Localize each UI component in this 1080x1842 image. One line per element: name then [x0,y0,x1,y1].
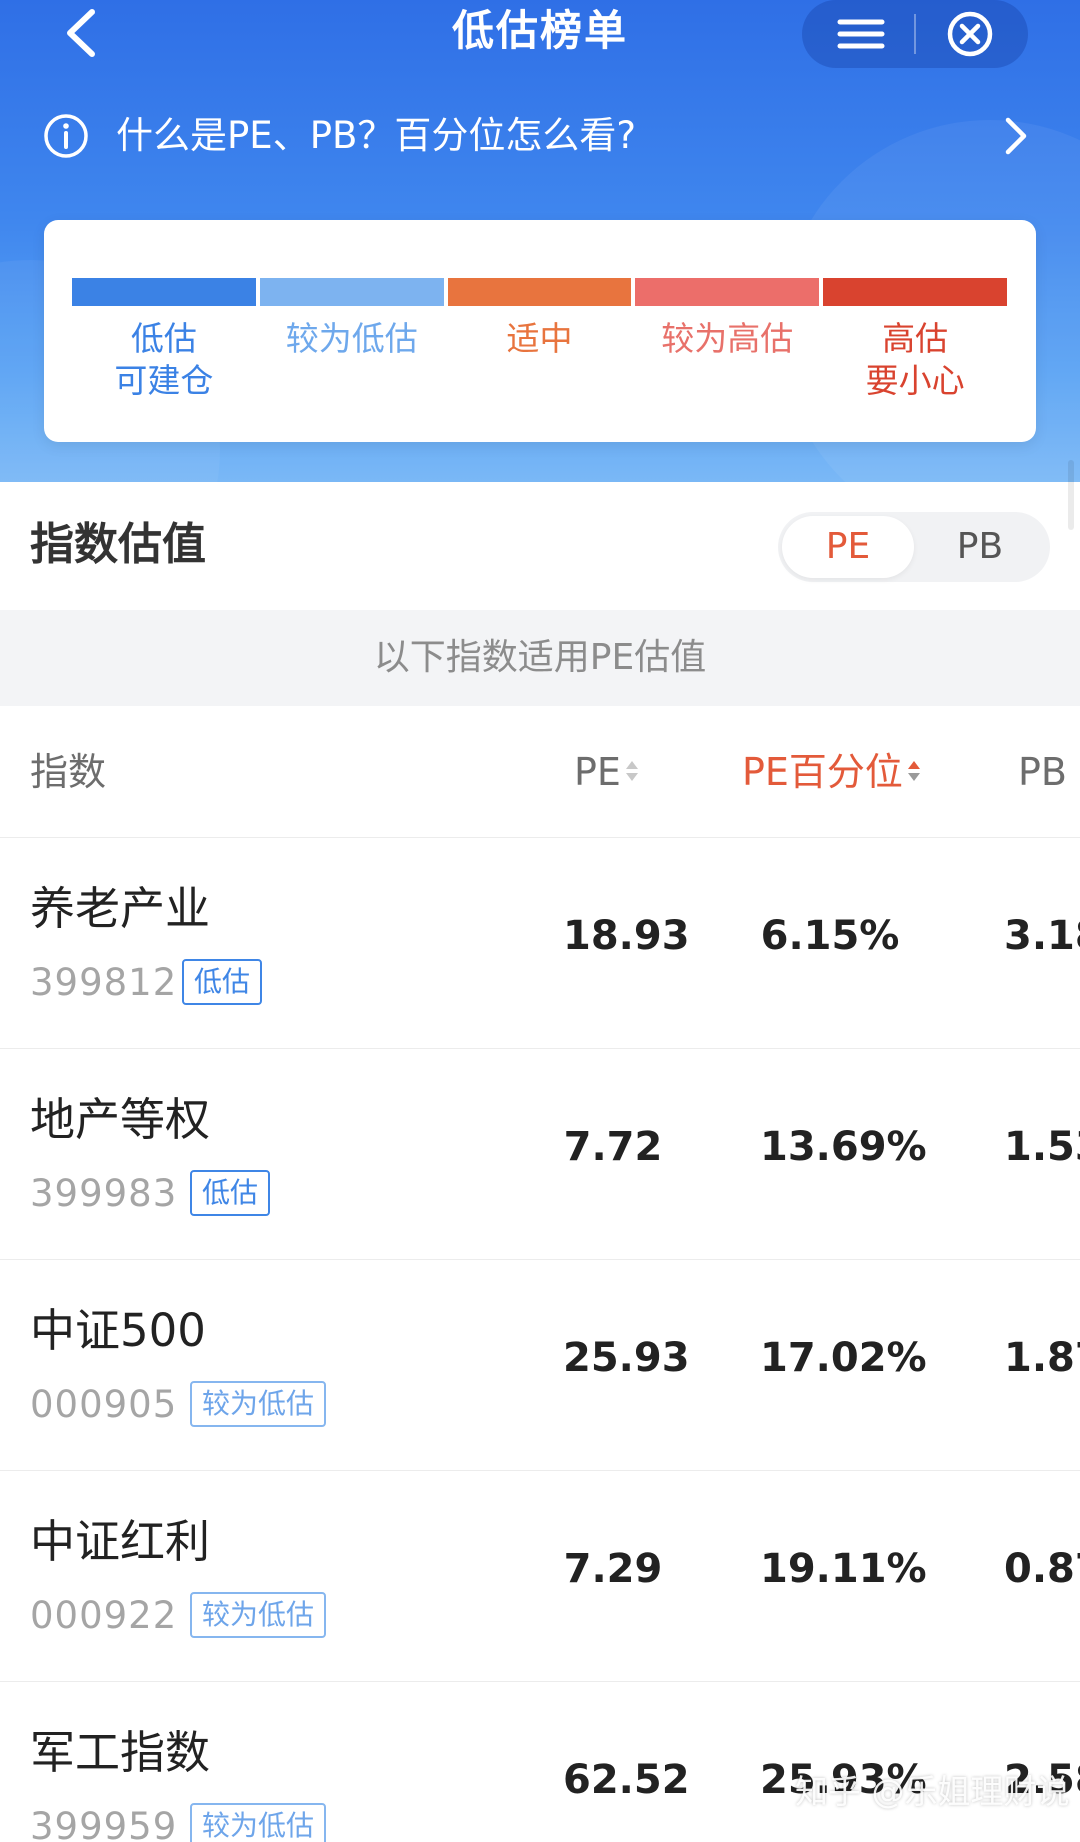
legend-bar-somewhat-undervalued [259,278,444,306]
hamburger-menu-icon [837,19,885,49]
column-header-label: PB [1018,750,1067,794]
header-area: 低估榜单 什么是PE、PB？百分位怎么看? 低估 可建仓 较为低估 适中 较为高… [0,0,1080,482]
index-name: 地产等权 [30,1093,211,1146]
close-circle-icon [947,11,993,57]
index-code: 399812 [30,961,178,1004]
index-code: 399983 [30,1172,178,1215]
pb-value: 1.87 [1004,1335,1080,1381]
section-title: 指数估值 [30,519,206,570]
info-circle-icon [44,114,88,158]
legend-label-line: 可建仓 [114,361,214,400]
pe-percentile-value: 13.69% [760,1124,927,1170]
valuation-badge: 较为低估 [190,1381,327,1427]
index-name: 中证红利 [30,1515,211,1568]
valuation-legend-card: 低估 可建仓 较为低估 适中 较为高估 高估 要小心 [44,220,1036,442]
chevron-right-icon [1005,117,1027,155]
sort-icon [625,760,638,781]
pe-applicable-note: 以下指数适用PE估值 [0,610,1080,706]
index-name: 中证500 [30,1304,206,1357]
pe-percentile-value: 6.15% [760,913,900,959]
pb-value: 1.53 [1004,1124,1080,1170]
pe-pb-help-link[interactable]: 什么是PE、PB？百分位怎么看? [0,100,1080,172]
index-name: 养老产业 [30,882,211,935]
legend-label-somewhat-undervalued: 较为低估 [260,318,444,402]
legend-label-overvalued: 高估 要小心 [823,318,1007,402]
index-name: 军工指数 [30,1726,211,1779]
pb-value: 3.18 [1004,913,1080,959]
column-header-pb[interactable]: PB [1018,744,1067,800]
column-header-pe[interactable]: PE [574,744,639,800]
pe-value: 62.52 [563,1757,690,1803]
pe-value: 7.29 [563,1546,663,1592]
column-header-index: 指数 [30,744,106,800]
column-header-label: PE [574,750,621,794]
pb-value: 0.87 [1004,1546,1080,1592]
legend-label-moderate: 适中 [448,318,632,402]
legend-bar-somewhat-overvalued [635,278,820,306]
valuation-badge: 低估 [190,1170,271,1216]
legend-color-bars [72,278,1007,306]
scrollbar[interactable] [1068,460,1074,530]
legend-bar-overvalued [823,278,1007,306]
close-button[interactable] [944,8,996,60]
menu-button[interactable] [832,10,890,58]
valuation-badge: 较为低估 [190,1803,327,1842]
table-row[interactable]: 中证500 000905 较为低估 25.93 17.02% 1.87 [0,1260,1080,1471]
table-row[interactable]: 养老产业 399812 低估 18.93 6.15% 3.18 [0,838,1080,1049]
column-header-pe-percentile[interactable]: PE百分位 [742,744,921,800]
toggle-pe[interactable]: PE [782,516,914,578]
legend-label-line: 低估 [130,319,197,358]
legend-label-undervalued: 低估 可建仓 [72,318,256,402]
toggle-pb[interactable]: PB [914,516,1046,578]
sort-icon [907,760,920,781]
legend-label-line: 要小心 [865,361,965,400]
table-header: 指数 PE PE百分位 PB [0,706,1080,838]
index-valuation-header: 指数估值 PE PB [0,482,1080,610]
help-link-text: 什么是PE、PB？百分位怎么看? [116,114,637,157]
legend-bar-undervalued [72,278,256,306]
nav-bar: 低估榜单 [0,0,1080,68]
mini-program-capsule [802,0,1028,68]
pe-percentile-value: 17.02% [760,1335,927,1381]
column-header-label: 指数 [30,750,107,794]
legend-label-somewhat-overvalued: 较为高估 [635,318,819,402]
valuation-badge: 较为低估 [190,1592,327,1638]
watermark: 知乎 @乐姐理财说 [795,1772,1070,1811]
pe-value: 18.93 [563,913,690,959]
pe-value: 7.72 [563,1124,663,1170]
legend-bar-moderate [447,278,632,306]
table-row[interactable]: 地产等权 399983 低估 7.72 13.69% 1.53 [0,1049,1080,1260]
valuation-badge: 低估 [182,959,263,1005]
column-header-label: PE百分位 [742,750,903,794]
legend-label-line: 适中 [506,319,573,358]
pe-percentile-value: 19.11% [760,1546,927,1592]
index-code: 399959 [30,1805,178,1842]
capsule-divider [914,14,916,54]
pe-value: 25.93 [563,1335,690,1381]
index-list: 养老产业 399812 低估 18.93 6.15% 3.18 地产等权 399… [0,838,1080,1842]
legend-label-line: 较为低估 [285,319,418,358]
legend-label-line: 较为高估 [661,319,794,358]
legend-label-line: 高估 [882,319,949,358]
pe-pb-toggle: PE PB [778,512,1050,582]
index-code: 000922 [30,1594,178,1637]
table-row[interactable]: 中证红利 000922 较为低估 7.29 19.11% 0.87 [0,1471,1080,1682]
legend-labels: 低估 可建仓 较为低估 适中 较为高估 高估 要小心 [72,318,1007,402]
table-row[interactable]: 军工指数 399959 较为低估 62.52 25.93% 2.58 [0,1682,1080,1842]
index-code: 000905 [30,1383,178,1426]
